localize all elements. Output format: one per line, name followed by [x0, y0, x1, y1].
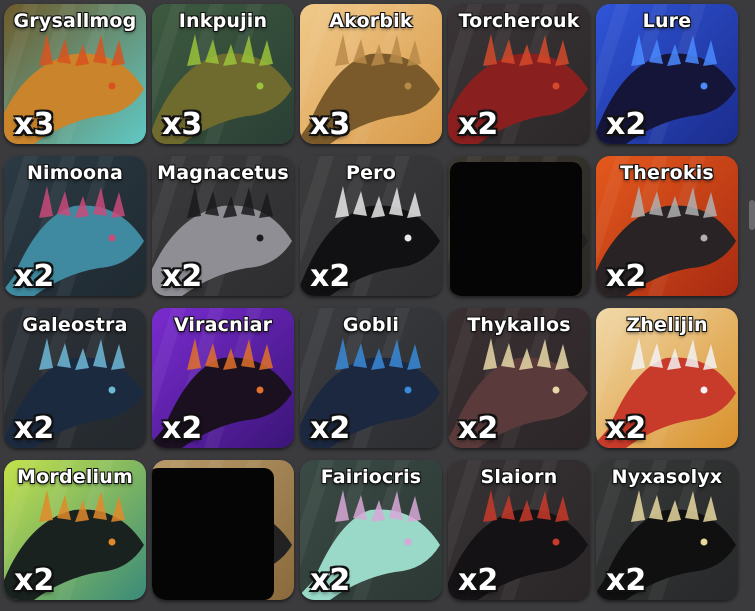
creature-card[interactable]: Inkpujin x3: [152, 4, 294, 144]
creature-count: x2: [458, 107, 499, 142]
redaction-overlay: [450, 162, 582, 296]
creature-card[interactable]: [152, 460, 294, 600]
creature-count: x2: [606, 411, 647, 446]
creature-count: x2: [606, 107, 647, 142]
creature-collection-grid: Grysallmog x3 Inkpujin x3 Akorbik x3 Torcherou…: [4, 4, 738, 600]
creature-count: x2: [14, 563, 55, 598]
creature-name: Akorbik: [329, 10, 413, 32]
creature-card[interactable]: Grysallmog x3: [4, 4, 146, 144]
creature-name: Pero: [345, 162, 397, 184]
creature-card[interactable]: [448, 156, 590, 296]
creature-count: x2: [162, 259, 203, 294]
creature-name: Galeostra: [22, 314, 128, 336]
creature-card[interactable]: Pero x2: [300, 156, 442, 296]
creature-name: Mordelium: [17, 466, 133, 488]
redaction-overlay: [152, 468, 274, 600]
creature-count: x2: [458, 563, 499, 598]
creature-card[interactable]: Zhelijin x2: [596, 308, 738, 448]
creature-name: Gobli: [342, 314, 400, 336]
creature-count: x2: [14, 259, 55, 294]
creature-name: Nimoona: [26, 162, 124, 184]
creature-card[interactable]: Nimoona x2: [4, 156, 146, 296]
creature-count: x2: [162, 411, 203, 446]
scrollbar[interactable]: [749, 200, 755, 230]
creature-count: x2: [458, 411, 499, 446]
creature-name: Lure: [642, 10, 692, 32]
creature-card[interactable]: Fairiocris x2: [300, 460, 442, 600]
creature-name: Viracniar: [173, 314, 273, 336]
creature-name: Inkpujin: [178, 10, 268, 32]
creature-name: Magnacetus: [157, 162, 289, 184]
creature-count: x2: [606, 563, 647, 598]
creature-name: Torcherouk: [458, 10, 580, 32]
creature-count: x2: [606, 259, 647, 294]
creature-card[interactable]: Viracniar x2: [152, 308, 294, 448]
creature-name: Zhelijin: [626, 314, 708, 336]
creature-count: x3: [310, 107, 351, 142]
creature-name: Grysallmog: [13, 10, 137, 32]
creature-count: x2: [310, 259, 351, 294]
creature-card[interactable]: Lure x2: [596, 4, 738, 144]
creature-count: x2: [14, 411, 55, 446]
creature-card[interactable]: Gobli x2: [300, 308, 442, 448]
creature-card[interactable]: Galeostra x2: [4, 308, 146, 448]
creature-count: x2: [310, 563, 351, 598]
creature-card[interactable]: Mordelium x2: [4, 460, 146, 600]
creature-name: Fairiocris: [320, 466, 422, 488]
creature-count: x3: [162, 107, 203, 142]
creature-card[interactable]: Akorbik x3: [300, 4, 442, 144]
creature-card[interactable]: Magnacetus x2: [152, 156, 294, 296]
creature-card[interactable]: Slaiorn x2: [448, 460, 590, 600]
creature-count: x3: [14, 107, 55, 142]
creature-name: Nyxasolyx: [611, 466, 723, 488]
creature-card[interactable]: Nyxasolyx x2: [596, 460, 738, 600]
creature-card[interactable]: Torcherouk x2: [448, 4, 590, 144]
creature-count: x2: [310, 411, 351, 446]
creature-card[interactable]: Thykallos x2: [448, 308, 590, 448]
creature-name: Therokis: [620, 162, 714, 184]
creature-name: Slaiorn: [480, 466, 558, 488]
creature-card[interactable]: Therokis x2: [596, 156, 738, 296]
creature-name: Thykallos: [467, 314, 571, 336]
